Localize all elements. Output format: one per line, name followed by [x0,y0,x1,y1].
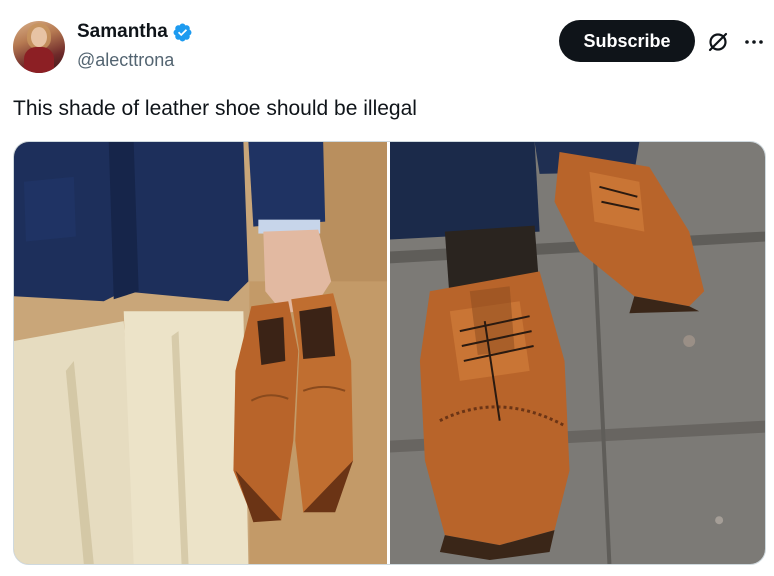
grok-icon[interactable] [706,30,730,54]
display-name[interactable]: Samantha [77,21,168,43]
avatar[interactable] [13,21,65,73]
tweet-text: This shade of leather shoe should be ill… [13,97,417,120]
verified-badge-icon [173,23,192,41]
media-grid [13,141,766,565]
photo-brogue-on-pavement[interactable] [390,142,765,564]
subscribe-button[interactable]: Subscribe [559,20,695,62]
more-icon[interactable] [742,30,766,54]
tweet: Samantha @alecttrona Subscribe This shad… [0,0,774,576]
author-name-row: Samantha [77,21,193,43]
photo-man-holding-shoes[interactable] [14,142,387,564]
author-handle[interactable]: @alecttrona [77,50,174,71]
